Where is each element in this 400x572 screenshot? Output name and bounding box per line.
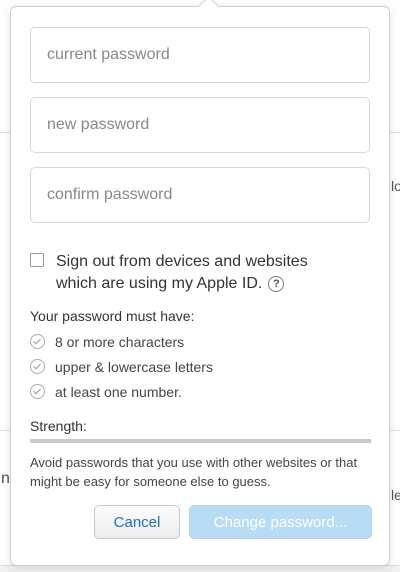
popover-arrow bbox=[197, 0, 220, 18]
strength-meter bbox=[30, 439, 371, 443]
signout-label-wrap: Sign out from devices and websites which… bbox=[56, 251, 346, 295]
requirement-item: upper & lowercase letters bbox=[30, 354, 213, 379]
help-icon[interactable]: ? bbox=[268, 275, 285, 292]
check-circle-icon bbox=[30, 384, 45, 399]
requirement-item: 8 or more characters bbox=[30, 329, 213, 354]
requirements-title: Your password must have: bbox=[30, 308, 195, 324]
change-password-popover: Sign out from devices and websites which… bbox=[10, 0, 390, 566]
background-footer bbox=[0, 565, 400, 572]
signout-checkbox[interactable] bbox=[30, 253, 44, 267]
background-text-fragment: le bbox=[391, 487, 400, 503]
requirement-label: upper & lowercase letters bbox=[55, 358, 213, 375]
background-text-fragment: lo bbox=[391, 178, 400, 194]
strength-label: Strength: bbox=[30, 418, 87, 434]
requirement-label: 8 or more characters bbox=[55, 333, 185, 350]
background-text-fragment: n bbox=[1, 470, 10, 487]
requirements-list: 8 or more characters upper & lowercase l… bbox=[30, 329, 213, 404]
current-password-input[interactable] bbox=[30, 27, 370, 83]
password-advice: Avoid passwords that you use with other … bbox=[30, 455, 358, 489]
signout-option: Sign out from devices and websites which… bbox=[30, 251, 370, 295]
requirement-item: at least one number. bbox=[30, 379, 213, 404]
requirement-label: at least one number. bbox=[55, 383, 182, 400]
new-password-input[interactable] bbox=[30, 97, 370, 153]
cancel-button[interactable]: Cancel bbox=[94, 505, 180, 539]
check-circle-icon bbox=[30, 334, 45, 349]
check-circle-icon bbox=[30, 359, 45, 374]
confirm-password-input[interactable] bbox=[30, 167, 370, 223]
change-password-button[interactable]: Change password... bbox=[189, 505, 372, 539]
